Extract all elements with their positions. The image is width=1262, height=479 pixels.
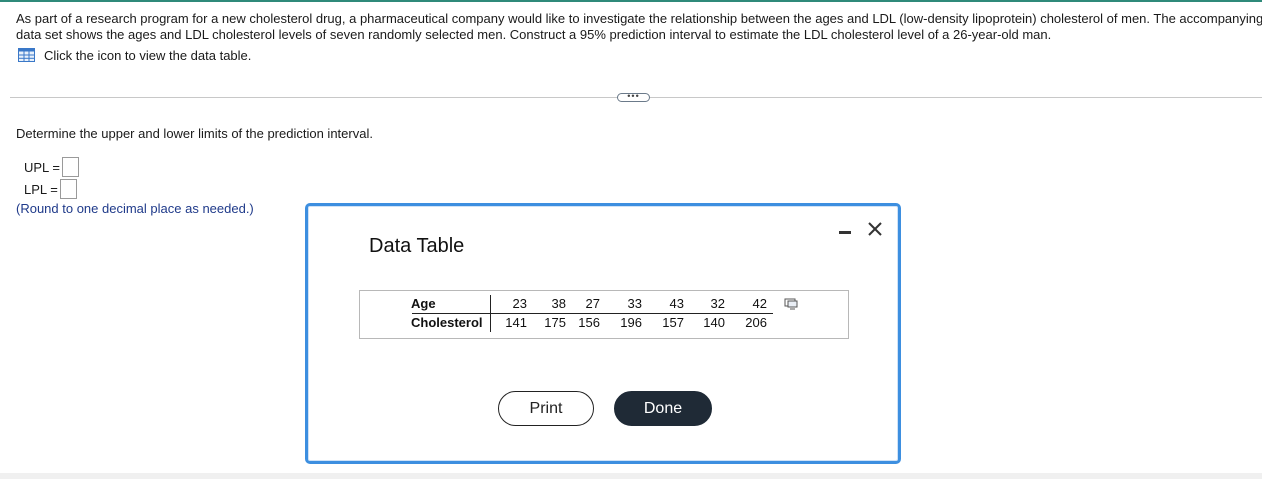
top-accent-rule (0, 0, 1262, 2)
lpl-label: LPL = (24, 181, 58, 197)
question-line-1: As part of a research program for a new … (16, 11, 1262, 26)
data-table: Age Cholesterol 23 38 27 33 43 32 42 141… (359, 290, 849, 339)
cholesterol-row-header: Cholesterol (411, 315, 483, 330)
table-grid-icon[interactable] (18, 48, 35, 62)
age-row-header: Age (411, 296, 436, 311)
age-cell: 23 (512, 296, 527, 311)
age-cell: 43 (669, 296, 684, 311)
age-cell: 32 (710, 296, 725, 311)
copy-icon[interactable] (784, 298, 798, 310)
upl-input[interactable] (62, 157, 80, 177)
upl-label: UPL = (24, 159, 61, 175)
cholesterol-cell: 141 (505, 315, 527, 330)
rounding-note: (Round to one decimal place as needed.) (16, 201, 254, 216)
expand-more-button[interactable]: ••• (617, 92, 650, 102)
view-data-table-link[interactable]: Click the icon to view the data table. (18, 47, 251, 63)
question-text: As part of a research program for a new … (16, 11, 1262, 43)
question-line-2: data set shows the ages and LDL choleste… (16, 27, 1052, 42)
minimize-button[interactable] (836, 220, 854, 240)
age-cell: 27 (585, 296, 600, 311)
close-icon[interactable] (867, 221, 883, 237)
cholesterol-cell: 157 (662, 315, 684, 330)
table-horizontal-rule (412, 313, 773, 314)
done-button[interactable]: Done (614, 391, 712, 426)
upl-row: UPL = (24, 157, 80, 177)
age-cell: 42 (752, 296, 767, 311)
print-button[interactable]: Print (498, 391, 594, 426)
age-cell: 33 (627, 296, 642, 311)
bottom-band (0, 473, 1262, 479)
cholesterol-cell: 140 (703, 315, 725, 330)
cholesterol-cell: 175 (544, 315, 566, 330)
data-table-dialog: Data Table Age Cholesterol 23 38 27 33 4… (305, 203, 901, 464)
instruction-text: Determine the upper and lower limits of … (16, 126, 373, 141)
age-cell: 38 (551, 296, 566, 311)
dialog-title: Data Table (369, 235, 465, 257)
lpl-row: LPL = (24, 179, 77, 199)
view-data-table-label[interactable]: Click the icon to view the data table. (44, 48, 251, 63)
cholesterol-cell: 206 (745, 315, 767, 330)
cholesterol-cell: 156 (578, 315, 600, 330)
lpl-input[interactable] (59, 179, 77, 199)
cholesterol-cell: 196 (620, 315, 642, 330)
minimize-icon[interactable] (836, 220, 854, 240)
